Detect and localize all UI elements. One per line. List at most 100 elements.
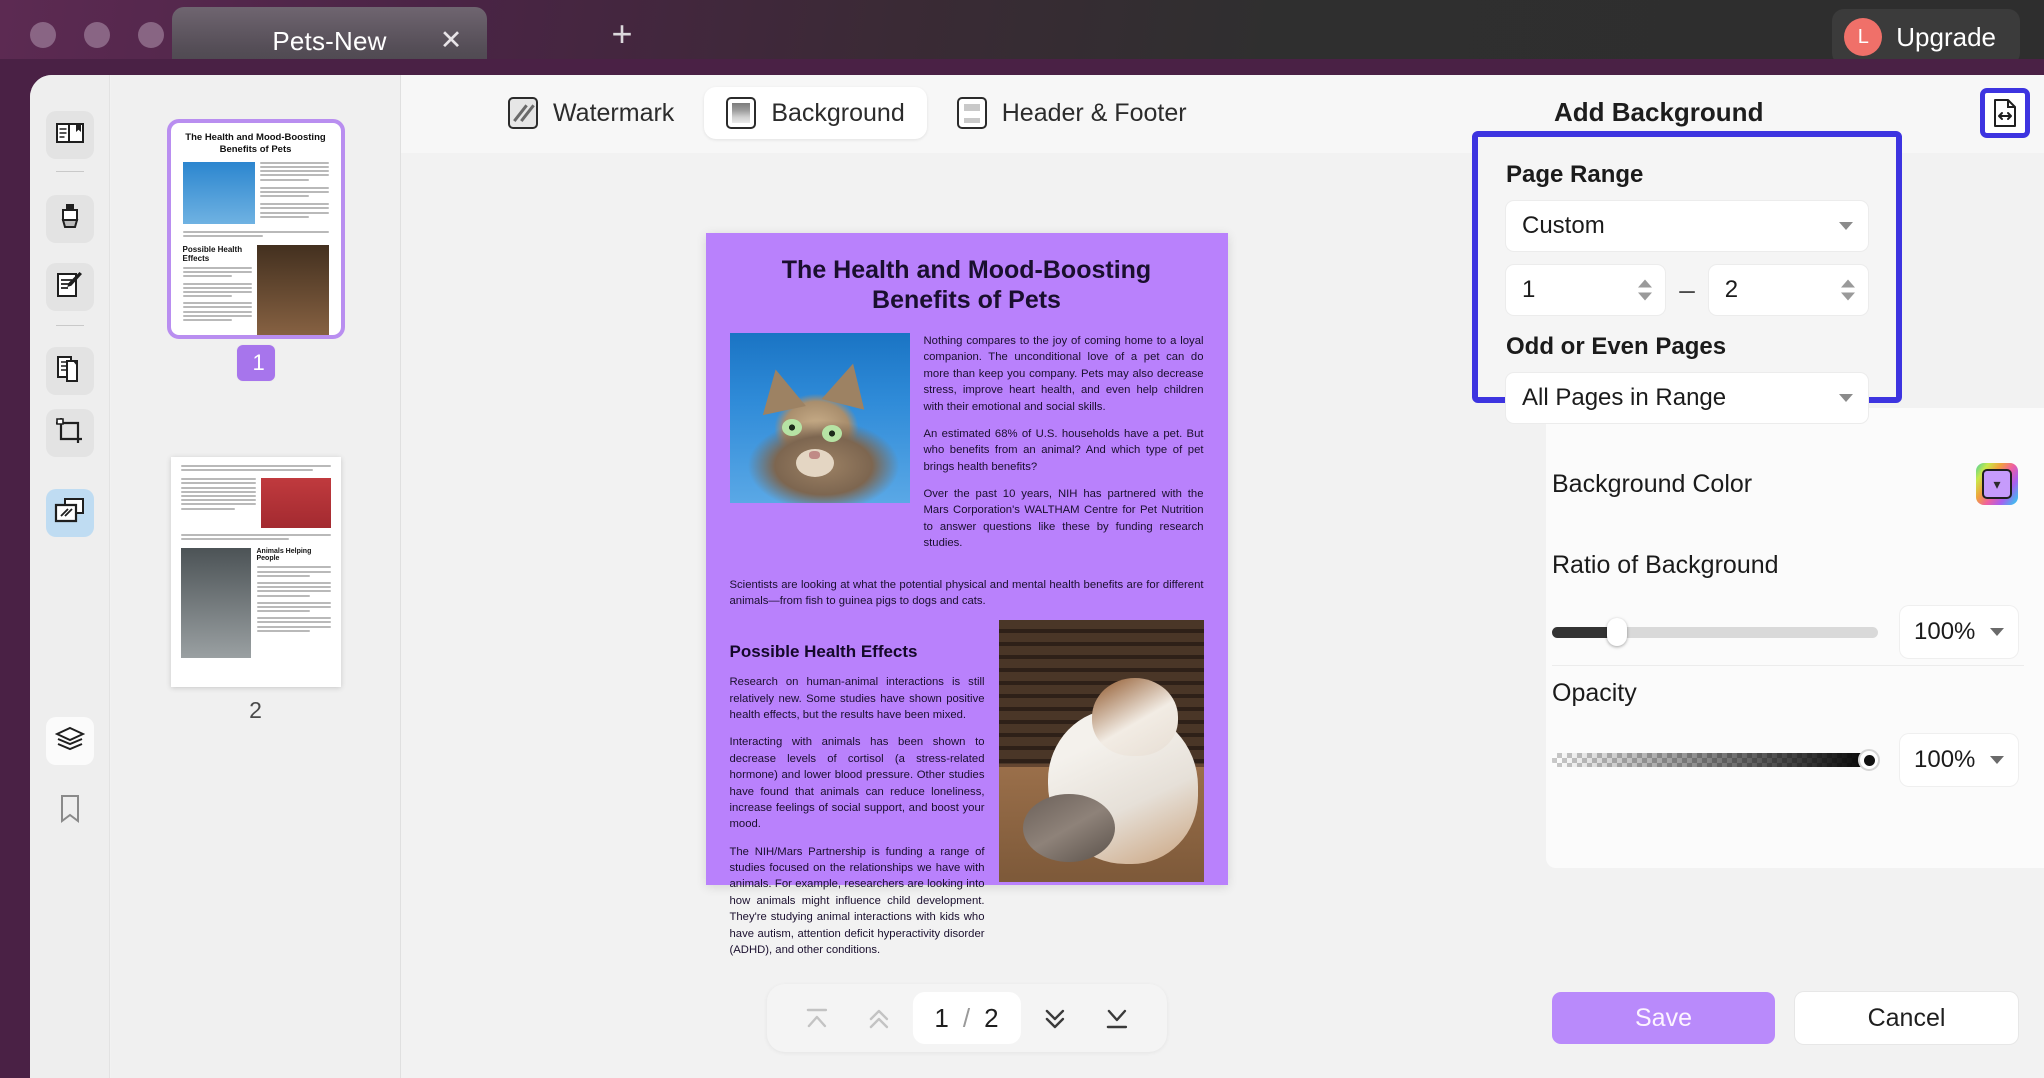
ratio-value-dropdown[interactable]: 100% (1900, 606, 2018, 658)
cancel-button[interactable]: Cancel (1795, 992, 2018, 1044)
bookmark-icon (58, 794, 82, 829)
window-controls (30, 22, 164, 48)
background-settings-panel: Add Background Background Color ▾ (1532, 75, 2044, 1078)
current-page-number: 1 (934, 1003, 948, 1034)
stacked-pages-icon (54, 497, 86, 530)
odd-or-even-pages-select[interactable]: All Pages in Range (1506, 373, 1868, 423)
page-copy-icon (55, 354, 85, 389)
plus-icon[interactable]: + (605, 18, 639, 52)
thumb-page2-heading: Animals Helping People (257, 548, 331, 562)
sidebar-item-organize-pages[interactable] (46, 347, 94, 395)
ratio-of-background-label: Ratio of Background (1552, 551, 2018, 580)
stepper-arrows[interactable] (1841, 280, 1855, 301)
chevron-down-icon (1839, 222, 1853, 230)
maximize-window-button[interactable] (138, 22, 164, 48)
stepper-up-icon[interactable] (1638, 280, 1652, 288)
jump-to-last-icon[interactable] (1089, 994, 1145, 1042)
page-thumbnail-panel[interactable]: The Health and Mood-Boosting Benefits of… (111, 75, 401, 1078)
document-canvas[interactable]: The Health and Mood-Boosting Benefits of… (401, 153, 1532, 1078)
stepper-down-icon[interactable] (1638, 293, 1652, 301)
background-color-swatch-button[interactable]: ▾ (1976, 463, 2018, 505)
background-color-label: Background Color (1552, 470, 1752, 499)
chevron-down-icon (1990, 628, 2004, 636)
stepper-down-icon[interactable] (1841, 293, 1855, 301)
sidebar-item-edit[interactable] (46, 263, 94, 311)
ratio-slider[interactable] (1552, 627, 1878, 638)
avatar: L (1844, 18, 1882, 56)
odd-or-even-pages-label: Odd or Even Pages (1506, 333, 1868, 361)
thumbnail-page-1[interactable]: The Health and Mood-Boosting Benefits of… (171, 123, 341, 335)
stepper-up-icon[interactable] (1841, 280, 1855, 288)
layers-icon (55, 726, 85, 757)
thumb-image-dogs-costume (261, 478, 331, 528)
opacity-slider[interactable] (1552, 753, 1878, 767)
page-paragraph: An estimated 68% of U.S. households have… (924, 426, 1204, 475)
save-button[interactable]: Save (1552, 992, 1775, 1044)
page-range-mode-select[interactable]: Custom (1506, 201, 1868, 251)
page-paragraph: Research on human-animal interactions is… (730, 674, 985, 723)
page-paragraph-wide: Scientists are looking at what the poten… (730, 577, 1204, 610)
panel-title: Add Background (1554, 97, 1763, 128)
page-range-mode-value: Custom (1522, 212, 1605, 240)
tab-background[interactable]: Background (704, 87, 926, 139)
panel-actions: Save Cancel (1552, 992, 2018, 1044)
previous-page-icon[interactable] (850, 994, 906, 1042)
page-navigation-bar: 1 / 2 (766, 984, 1166, 1052)
opacity-slider-handle[interactable] (1858, 749, 1880, 771)
page-paragraph: The NIH/Mars Partnership is funding a ra… (730, 844, 985, 959)
minimize-window-button[interactable] (84, 22, 110, 48)
watermark-icon (508, 97, 538, 129)
opacity-value: 100% (1914, 746, 1975, 774)
opacity-value-dropdown[interactable]: 100% (1900, 734, 2018, 786)
app-window: Pets-New ✕ + L Upgrade (0, 0, 2044, 1078)
header-footer-icon (957, 97, 987, 129)
tab-watermark[interactable]: Watermark (486, 87, 696, 139)
page-range-label: Page Range (1506, 161, 1868, 189)
opacity-label: Opacity (1552, 679, 2018, 708)
rail-divider-2 (56, 325, 84, 326)
page-range-from-value: 1 (1522, 276, 1535, 304)
page-paragraph: Interacting with animals has been shown … (730, 734, 985, 832)
chevron-down-icon (1990, 756, 2004, 764)
sidebar-item-read-mode[interactable] (46, 111, 94, 159)
sidebar-item-bookmarks[interactable] (46, 787, 94, 835)
odd-or-even-pages-value: All Pages in Range (1522, 384, 1726, 412)
sidebar-item-crop[interactable] (46, 409, 94, 457)
tab-background-label: Background (771, 99, 904, 128)
page-number-input[interactable]: 1 / 2 (912, 992, 1020, 1044)
thumbnail-page-number-1: 1 (237, 345, 275, 381)
upgrade-button[interactable]: L Upgrade (1832, 9, 2020, 65)
next-page-icon[interactable] (1027, 994, 1083, 1042)
page-range-to-input[interactable]: 2 (1709, 265, 1868, 315)
jump-to-first-icon[interactable] (788, 994, 844, 1042)
close-window-button[interactable] (30, 22, 56, 48)
sidebar-item-layers[interactable] (46, 717, 94, 765)
sidebar-item-watermark-background[interactable] (46, 489, 94, 537)
page-title: The Health and Mood-Boosting Benefits of… (730, 255, 1204, 315)
page-range-highlight-group: Page Range Custom 1 – (1472, 131, 1902, 403)
upgrade-label: Upgrade (1896, 22, 1996, 53)
sidebar-item-highlight[interactable] (46, 195, 94, 243)
tool-rail (30, 75, 110, 1078)
range-dash: – (1679, 274, 1695, 306)
background-icon (726, 97, 756, 129)
thumbnail-page-2[interactable]: Animals Helping People (171, 457, 341, 687)
crop-icon (55, 417, 85, 450)
document-page-1[interactable]: The Health and Mood-Boosting Benefits of… (706, 233, 1228, 885)
highlighter-icon (57, 202, 83, 237)
tab-header-footer-label: Header & Footer (1002, 99, 1187, 128)
page-section-heading: Possible Health Effects (730, 642, 985, 662)
tab-watermark-label: Watermark (553, 99, 674, 128)
page-range-to-value: 2 (1725, 276, 1738, 304)
page-range-from-input[interactable]: 1 (1506, 265, 1665, 315)
chevron-down-icon: ▾ (1982, 469, 2012, 499)
page-paragraph: Nothing compares to the joy of coming ho… (924, 333, 1204, 415)
edit-document-icon (55, 271, 85, 304)
tab-header-footer[interactable]: Header & Footer (935, 87, 1209, 139)
ratio-slider-handle[interactable] (1607, 618, 1627, 646)
image-dog-and-cat (999, 620, 1204, 882)
thumb-image-dog (257, 245, 329, 335)
close-icon[interactable]: ✕ (437, 27, 465, 55)
fit-width-page-icon[interactable] (1980, 88, 2030, 138)
stepper-arrows[interactable] (1638, 280, 1652, 301)
